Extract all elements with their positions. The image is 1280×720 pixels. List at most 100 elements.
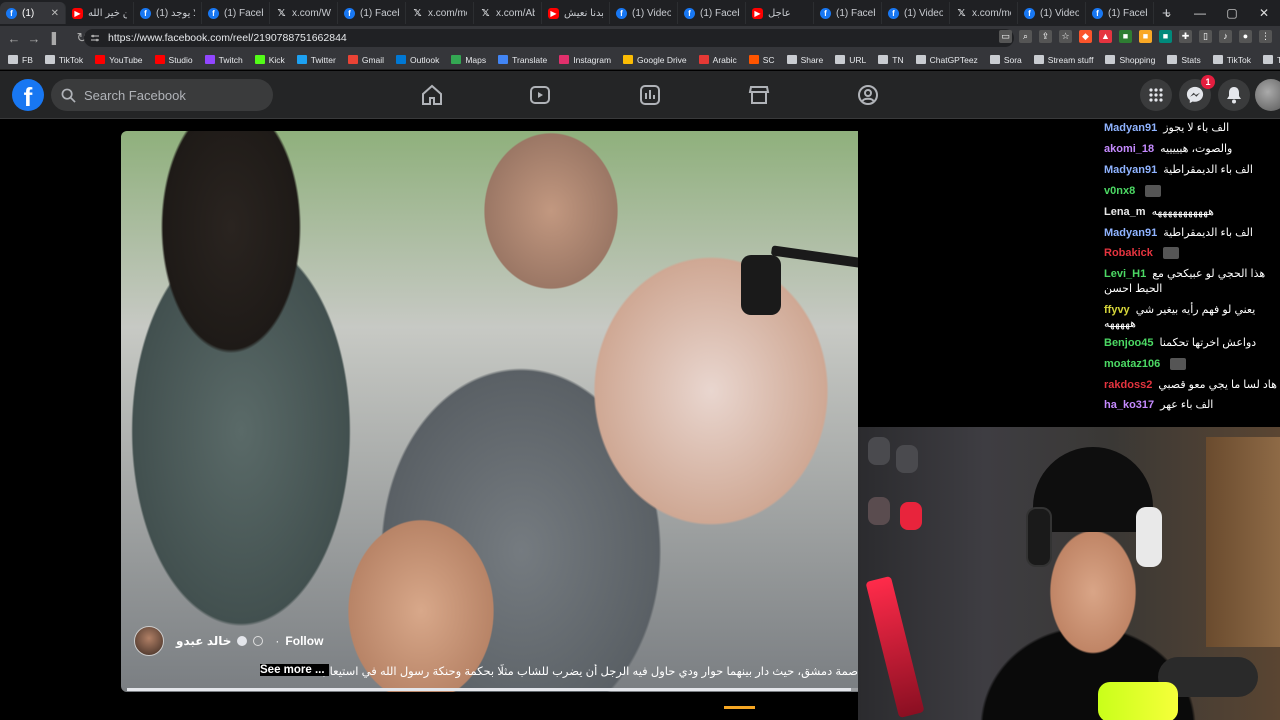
bookmark-item[interactable]: Stream stuff <box>1033 55 1093 65</box>
chat-username[interactable]: Robakick <box>1104 247 1153 259</box>
brave-rewards-icon[interactable]: ▲ <box>1099 30 1112 43</box>
menu-grid-button[interactable] <box>1140 79 1172 111</box>
avatar[interactable] <box>1255 79 1280 111</box>
browser-tab[interactable]: f (1) لا يوجد <box>134 2 202 24</box>
bookmark-item[interactable]: FB <box>8 55 33 65</box>
chat-username[interactable]: ha_ko317 <box>1104 399 1154 411</box>
webcam-shelf-item <box>868 437 890 465</box>
bookmark-item[interactable]: Arabic <box>698 55 737 65</box>
zoom-icon[interactable]: ⌕ <box>1019 30 1032 43</box>
bookmark-item[interactable]: Gmail <box>347 55 384 65</box>
video-icon[interactable] <box>528 83 552 107</box>
bookmark-item[interactable]: TikTok <box>44 54 84 65</box>
browser-tab[interactable]: ▶ بدنا نعيش <box>542 2 610 24</box>
bookmark-item[interactable]: Kick <box>254 55 285 65</box>
bookmark-item[interactable]: ChatGPTeez <box>915 55 978 65</box>
bookmark-item[interactable]: Outlook <box>396 55 439 65</box>
back-icon[interactable]: ← <box>4 31 24 46</box>
bookmark-page-icon[interactable]: ❚ <box>44 30 64 46</box>
bookmark-item[interactable]: Maps <box>451 55 486 65</box>
marketplace-icon[interactable] <box>747 83 771 107</box>
feeds-icon[interactable] <box>638 83 662 107</box>
chat-text: هههههههههههه <box>1151 206 1214 218</box>
maximize-icon[interactable]: ▢ <box>1216 6 1248 20</box>
browser-tab[interactable]: f (1) Facebo <box>1086 2 1154 24</box>
chat-username[interactable]: Madyan91 <box>1104 122 1157 134</box>
bookmark-item[interactable]: Shopping <box>1105 55 1155 65</box>
browser-tab[interactable]: ▶ عاجل <box>746 2 814 24</box>
browser-tab[interactable]: f (1) Facebo <box>814 2 882 24</box>
cast-icon[interactable]: ▭ <box>999 30 1012 43</box>
globe-icon <box>253 636 264 646</box>
chat-username[interactable]: Benjoo45 <box>1104 337 1154 349</box>
menu-icon[interactable]: ⋮ <box>1259 30 1272 43</box>
browser-tab[interactable]: 𝕏x.com/Wo <box>270 2 338 24</box>
profile-icon[interactable]: ● <box>1239 30 1252 43</box>
browser-tab[interactable]: 𝕏x.com/me <box>950 2 1018 24</box>
media-icon[interactable]: ♪ <box>1219 30 1232 43</box>
bookmark-item[interactable]: Sora <box>989 55 1022 65</box>
bookmark-item[interactable]: Share <box>786 55 823 65</box>
bookmark-item[interactable]: Studio <box>154 55 193 65</box>
chat-username[interactable]: Lena_m <box>1104 206 1146 218</box>
bookmark-item[interactable]: Translate <box>498 55 547 65</box>
extension-yellow-icon[interactable]: ■ <box>1139 30 1152 43</box>
chat-username[interactable]: v0nx8 <box>1104 185 1135 197</box>
chat-username[interactable]: Levi_H1 <box>1104 268 1146 280</box>
follow-button[interactable]: Follow <box>285 634 323 648</box>
chat-username[interactable]: akomi_18 <box>1104 143 1154 155</box>
poster-avatar[interactable] <box>134 626 164 656</box>
bookmark-item[interactable]: TN <box>878 55 904 65</box>
extension-teal-icon[interactable]: ■ <box>1159 30 1172 43</box>
browser-tab[interactable]: f (1) Facebo <box>678 2 746 24</box>
bookmark-item[interactable]: URL <box>835 55 866 65</box>
close-tab-icon[interactable]: ✕ <box>51 8 59 19</box>
bookmark-item[interactable]: Twitch <box>204 55 243 65</box>
reel-video[interactable] <box>121 131 858 692</box>
facebook-logo[interactable]: f <box>12 79 44 112</box>
forward-icon[interactable]: → <box>24 31 44 46</box>
chat-username[interactable]: Madyan91 <box>1104 164 1157 176</box>
chat-text: دواعش اخرتها تحكمنا <box>1159 337 1257 349</box>
chevron-down-icon[interactable]: ⌄ <box>1152 6 1184 20</box>
chat-username[interactable]: Madyan91 <box>1104 227 1157 239</box>
browser-tab[interactable]: 𝕏x.com/Ab <box>474 2 542 24</box>
search-input[interactable]: Search Facebook <box>51 79 273 111</box>
home-icon[interactable] <box>420 83 444 107</box>
bookmark-label: TikTok <box>58 54 84 65</box>
close-icon[interactable]: ✕ <box>1248 6 1280 20</box>
bookmark-item[interactable]: YouTube <box>95 55 143 65</box>
star-icon[interactable]: ☆ <box>1059 30 1072 43</box>
browser-tab[interactable]: 𝕏x.com/mo <box>406 2 474 24</box>
browser-tab[interactable]: f (1) Video | <box>1018 2 1086 24</box>
browser-tab[interactable]: f (1) Facebo <box>338 2 406 24</box>
chat-username[interactable]: moataz106 <box>1104 358 1160 370</box>
minimize-icon[interactable]: — <box>1184 6 1216 20</box>
notifications-button[interactable] <box>1218 79 1250 111</box>
url-input[interactable]: https://www.facebook.com/reel/2190788751… <box>84 29 1014 47</box>
bookmark-item[interactable]: Google Drive <box>623 55 687 65</box>
browser-tab[interactable]: f (1) Video | <box>882 2 950 24</box>
share-icon[interactable]: ⇪ <box>1039 30 1052 43</box>
site-info-icon[interactable] <box>90 33 100 43</box>
see-more-link[interactable]: See more ... <box>260 664 329 676</box>
bookmark-item[interactable]: TV <box>1263 55 1280 65</box>
bookmark-item[interactable]: Stats <box>1167 55 1201 65</box>
side-panel-icon[interactable]: ▯ <box>1199 30 1212 43</box>
browser-tab[interactable]: f (1) Facebo <box>202 2 270 24</box>
video-progress-track[interactable] <box>127 688 858 691</box>
bookmark-item[interactable]: TikTok <box>1212 55 1251 65</box>
brave-shield-icon[interactable]: ◆ <box>1079 30 1092 43</box>
bookmark-item[interactable]: Twitter <box>296 55 336 65</box>
chat-username[interactable]: rakdoss2 <box>1104 379 1152 391</box>
poster-name[interactable]: خالد عبدو <box>176 634 231 648</box>
chat-username[interactable]: ffyvy <box>1104 304 1130 316</box>
browser-tab[interactable]: ▶ زين خير الله <box>66 2 134 24</box>
bookmark-item[interactable]: Instagram <box>559 55 611 65</box>
browser-tab[interactable]: f (1) ✕ <box>0 2 66 24</box>
browser-tab[interactable]: f (1) Video | <box>610 2 678 24</box>
extensions-icon[interactable]: ✚ <box>1179 30 1192 43</box>
bookmark-item[interactable]: SC <box>748 55 775 65</box>
gaming-icon[interactable] <box>856 83 880 107</box>
extension-green-icon[interactable]: ■ <box>1119 30 1132 43</box>
